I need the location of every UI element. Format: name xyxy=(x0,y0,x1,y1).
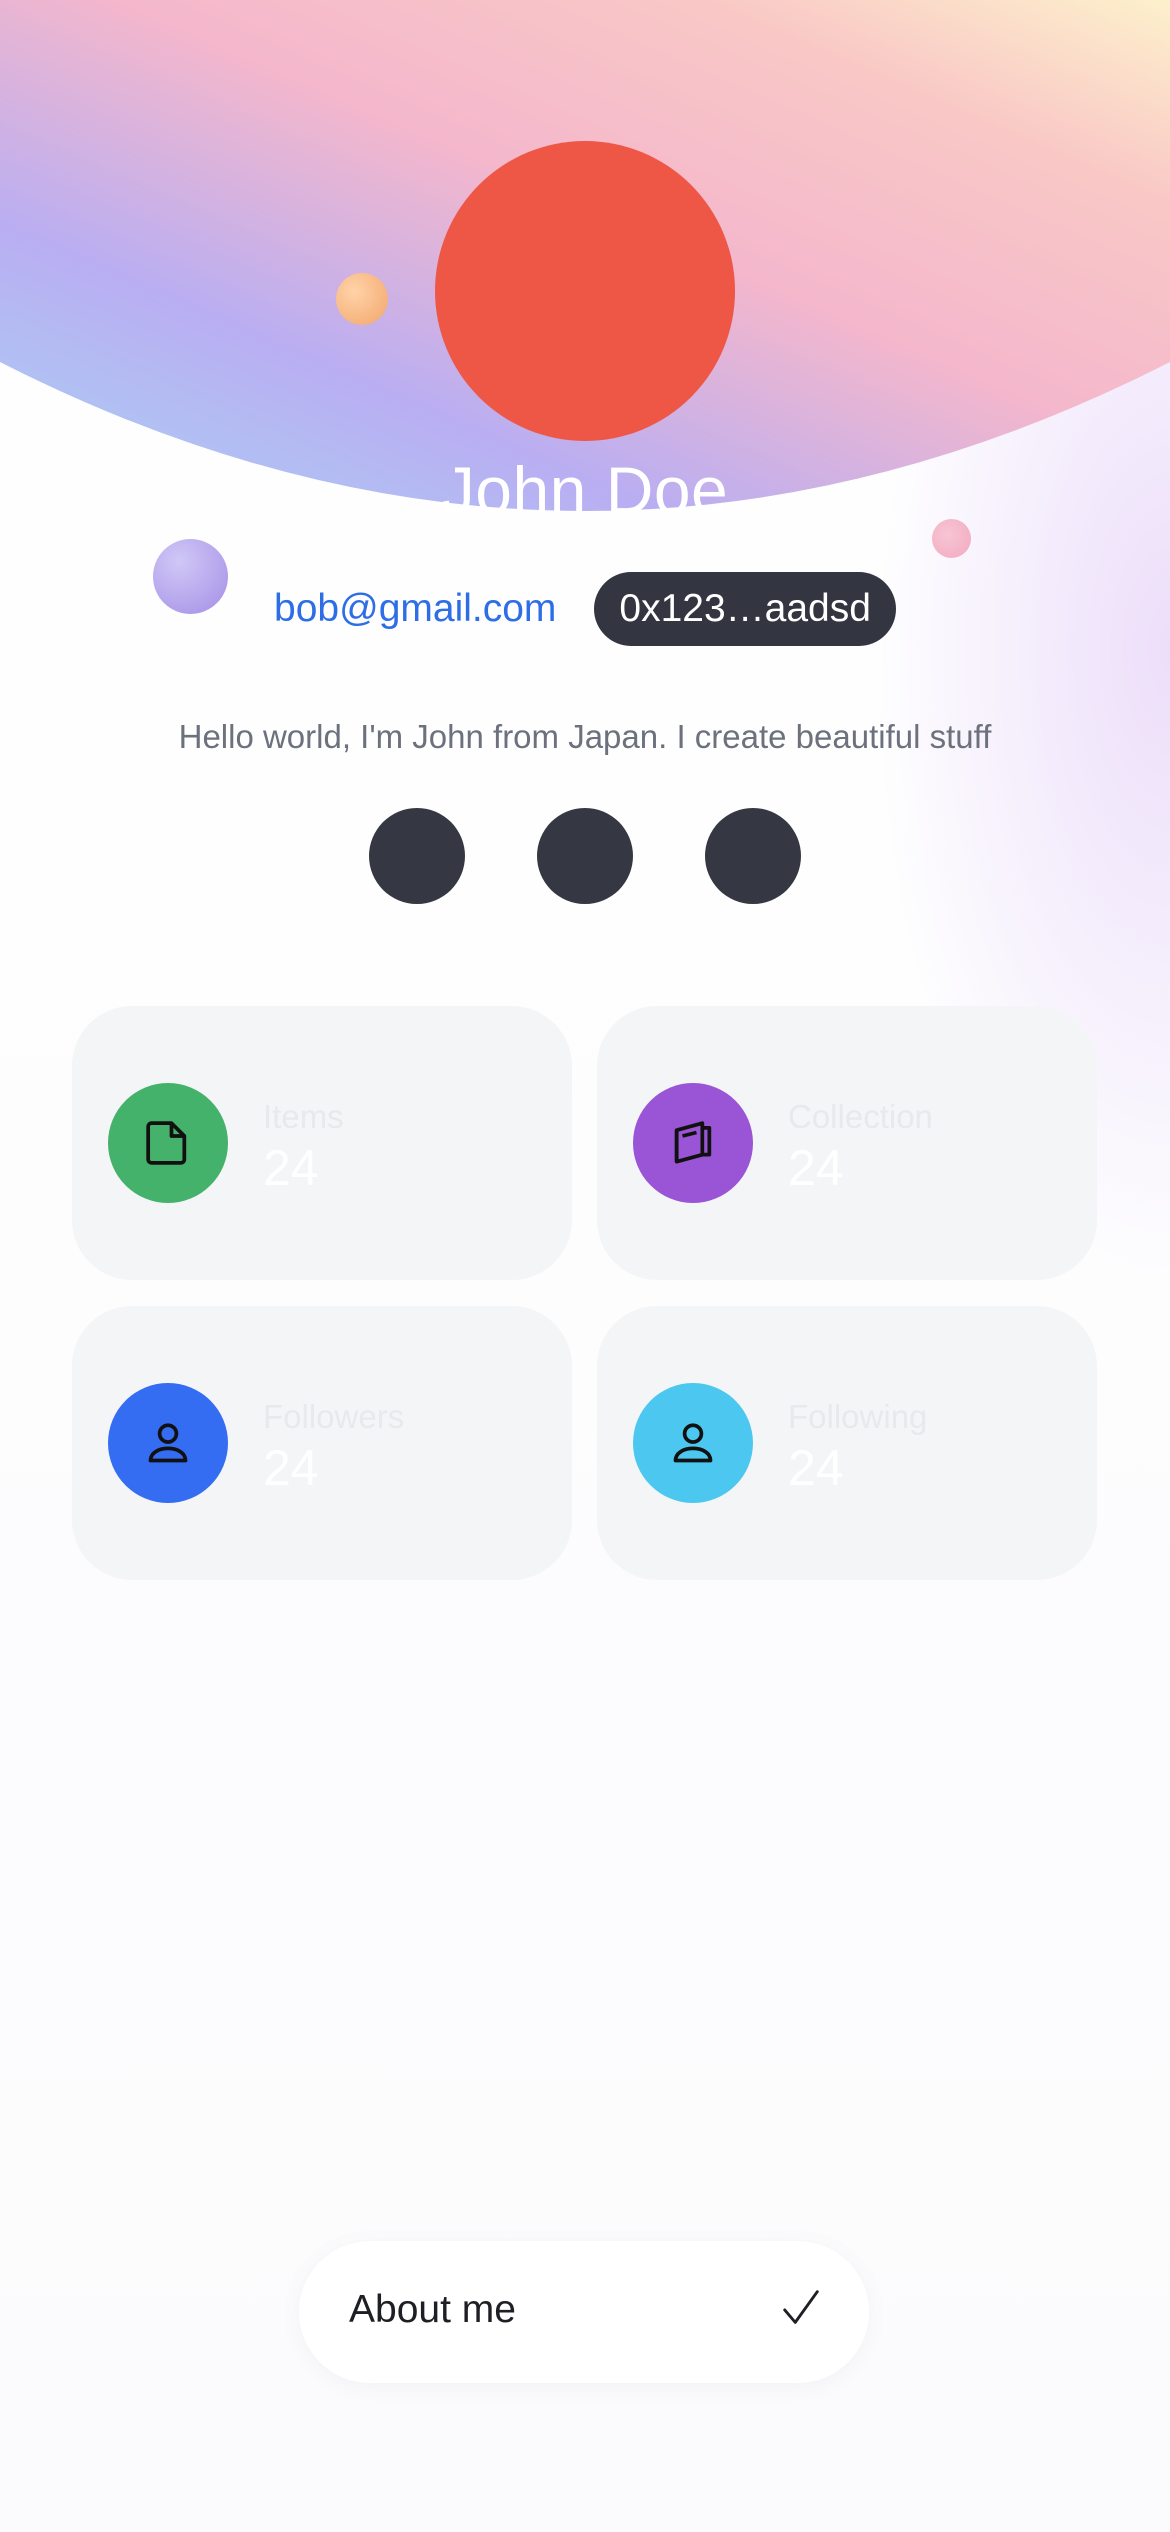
avatar[interactable] xyxy=(435,141,735,441)
profile-name: John Doe xyxy=(441,453,729,527)
stat-label: Collection xyxy=(788,1098,933,1135)
check-icon xyxy=(783,2290,819,2324)
stat-card-followers[interactable]: Followers 24 xyxy=(72,1306,572,1580)
stat-value: 24 xyxy=(788,1140,844,1196)
social-button-3[interactable] xyxy=(705,808,801,904)
social-links xyxy=(0,808,1170,904)
stat-card-following[interactable]: Following 24 xyxy=(597,1306,1097,1580)
stat-label: Following xyxy=(788,1398,928,1435)
about-me-button[interactable]: About me xyxy=(299,2241,869,2383)
email-link[interactable]: bob@gmail.com xyxy=(274,587,556,631)
book-icon xyxy=(633,1083,753,1203)
stat-value: 24 xyxy=(263,1140,319,1196)
social-button-2[interactable] xyxy=(537,808,633,904)
decorative-orb-orange xyxy=(336,273,388,325)
stat-label: Followers xyxy=(263,1398,405,1435)
wallet-address-badge[interactable]: 0x123…aadsd xyxy=(594,572,896,646)
user-icon xyxy=(108,1383,228,1503)
contact-row: bob@gmail.com 0x123…aadsd xyxy=(0,572,1170,646)
stat-card-collection[interactable]: Collection 24 xyxy=(597,1006,1097,1280)
social-button-1[interactable] xyxy=(369,808,465,904)
profile-bio: Hello world, I'm John from Japan. I crea… xyxy=(178,718,992,755)
stat-label: Items xyxy=(263,1098,344,1135)
user-icon xyxy=(633,1383,753,1503)
document-icon xyxy=(108,1083,228,1203)
stat-value: 24 xyxy=(788,1440,844,1496)
about-me-label: About me xyxy=(349,2288,516,2331)
stat-card-items[interactable]: Items 24 xyxy=(72,1006,572,1280)
stat-value: 24 xyxy=(263,1440,319,1496)
